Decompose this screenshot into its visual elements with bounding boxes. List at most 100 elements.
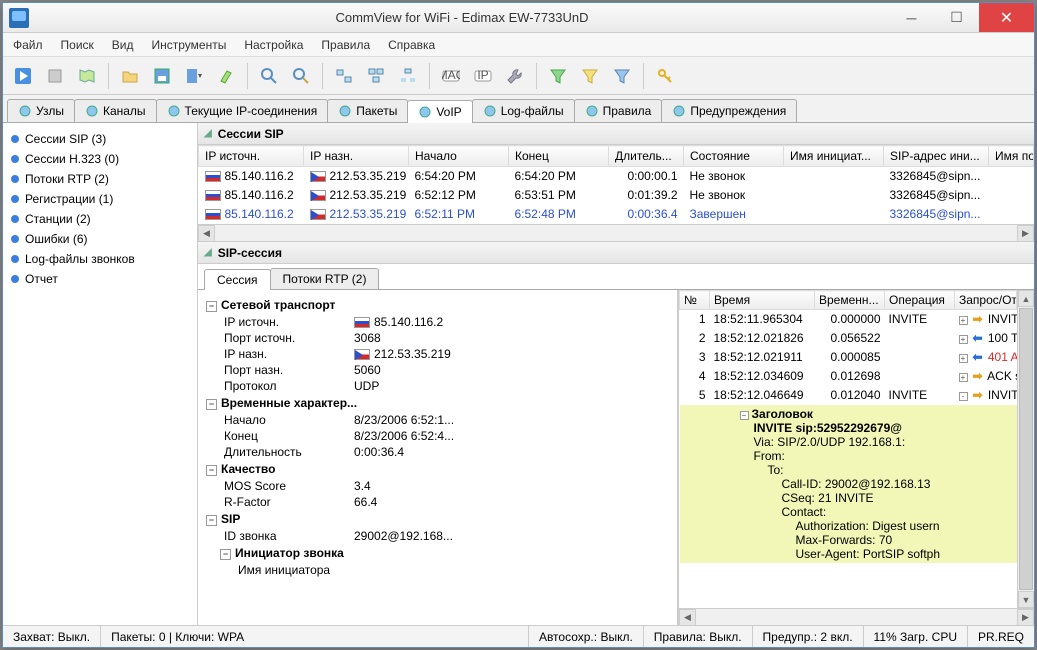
menu-search[interactable]: Поиск (61, 38, 94, 52)
menu-help[interactable]: Справка (388, 38, 435, 52)
menu-file[interactable]: Файл (13, 38, 43, 52)
window-title: CommView for WiFi - Edimax EW-7733UnD (35, 10, 889, 25)
open-button[interactable] (116, 62, 144, 90)
save-dropdown[interactable] (180, 62, 208, 90)
msg-row[interactable]: 418:52:12.0346090.012698+➡ ACK sip:52952… (680, 367, 1017, 386)
col-header[interactable]: Временн... (815, 291, 885, 310)
stop-button[interactable] (41, 62, 69, 90)
msg-row[interactable]: 118:52:11.9653040.000000INVITE+➡ INVITE … (680, 310, 1017, 329)
app-icon (9, 8, 29, 28)
col-header[interactable]: Состояние (684, 146, 784, 167)
table-row[interactable]: 85.140.116.2212.53.35.2196:52:12 PM6:53:… (199, 186, 1034, 205)
col-header[interactable]: Начало (409, 146, 509, 167)
toolbar: MAC IP (3, 57, 1034, 95)
side-panel: Сессии SIP (3)Сессии H.323 (0)Потоки RTP… (3, 123, 198, 625)
property-grid[interactable]: −Сетевой транспорт IP источн.85.140.116.… (198, 290, 677, 625)
ip-label-icon[interactable]: IP (469, 62, 497, 90)
col-header[interactable]: № (680, 291, 710, 310)
statusbar: Захват: Выкл. Пакеты: 0 | Ключи: WPA Авт… (3, 625, 1034, 647)
col-header[interactable]: Запрос/Ответ (955, 291, 1017, 310)
app-window: CommView for WiFi - Edimax EW-7733UnD ─ … (2, 2, 1035, 648)
minimize-button[interactable]: ─ (889, 3, 934, 32)
status-rules: Правила: Выкл. (644, 626, 753, 647)
status-autosave: Автосохр.: Выкл. (529, 626, 644, 647)
tab-voip[interactable]: VoIP (407, 100, 472, 123)
tab-правила[interactable]: Правила (574, 99, 663, 122)
col-header[interactable]: IP источн. (199, 146, 304, 167)
msg-row[interactable]: 318:52:12.0219110.000085+⬅ 401 Authentic… (680, 348, 1017, 367)
status-alerts: Предупр.: 2 вкл. (753, 626, 864, 647)
col-header[interactable]: Операция (885, 291, 955, 310)
tab-текущие ip-соединения[interactable]: Текущие IP-соединения (156, 99, 329, 122)
table-row[interactable]: 85.140.116.2212.53.35.2196:54:20 PM6:54:… (199, 167, 1034, 186)
tab-log-файлы[interactable]: Log-файлы (472, 99, 575, 122)
tab-предупреждения[interactable]: Предупреждения (661, 99, 797, 122)
msg-row[interactable]: 518:52:12.0466490.012040INVITE-➡ INVITE … (680, 386, 1017, 405)
clear-button[interactable] (212, 62, 240, 90)
mac-label-icon[interactable]: MAC (437, 62, 465, 90)
search-button[interactable] (255, 62, 283, 90)
message-table[interactable]: №ВремяВременн...ОперацияЗапрос/Ответ 118… (679, 290, 1017, 564)
sidebar-item[interactable]: Станции (2) (7, 209, 193, 229)
collapse-icon[interactable]: ◢ (204, 247, 212, 258)
sip-header: ◢ SIP-сессия (198, 242, 1034, 264)
sidebar-item[interactable]: Отчет (7, 269, 193, 289)
menu-view[interactable]: Вид (112, 38, 134, 52)
menu-rules[interactable]: Правила (321, 38, 370, 52)
sidebar-item[interactable]: Log-файлы звонков (7, 249, 193, 269)
table-row[interactable]: 85.140.116.2212.53.35.2196:52:11 PM6:52:… (199, 205, 1034, 224)
msg-row[interactable]: 218:52:12.0218260.056522+⬅ 100 Trying (680, 329, 1017, 348)
tab-узлы[interactable]: Узлы (7, 99, 75, 122)
col-header[interactable]: IP назн. (304, 146, 409, 167)
sidebar-item[interactable]: Регистрации (1) (7, 189, 193, 209)
zoom-button[interactable] (287, 62, 315, 90)
titlebar: CommView for WiFi - Edimax EW-7733UnD ─ … (3, 3, 1034, 33)
nav-tabs: УзлыКаналыТекущие IP-соединенияПакетыVoI… (3, 95, 1034, 123)
sip-tabs: Сессия Потоки RTP (2) (198, 264, 1034, 289)
sidebar-item[interactable]: Сессии H.323 (0) (7, 149, 193, 169)
close-button[interactable]: ✕ (979, 3, 1034, 32)
play-button[interactable] (9, 62, 37, 90)
col-header[interactable]: Имя инициат... (784, 146, 884, 167)
sessions-table[interactable]: IP источн.IP назн.НачалоКонецДлитель...С… (198, 145, 1034, 224)
maximize-button[interactable]: ☐ (934, 3, 979, 32)
filter-blue-icon[interactable] (608, 62, 636, 90)
save-button[interactable] (148, 62, 176, 90)
tab-session[interactable]: Сессия (204, 269, 271, 290)
status-prreq: PR.REQ (968, 626, 1034, 647)
menu-settings[interactable]: Настройка (244, 38, 303, 52)
sessions-header: ◢ Сессии SIP (198, 123, 1034, 145)
nodes-icon[interactable] (330, 62, 358, 90)
map-button[interactable] (73, 62, 101, 90)
col-header[interactable]: Конец (509, 146, 609, 167)
tab-каналы[interactable]: Каналы (74, 99, 157, 122)
svg-text:MAC: MAC (442, 68, 460, 82)
sidebar-item[interactable]: Потоки RTP (2) (7, 169, 193, 189)
msg-hscroll[interactable]: ◀▶ (679, 608, 1034, 625)
col-header[interactable]: Длитель... (609, 146, 684, 167)
key-icon[interactable] (651, 62, 679, 90)
collapse-icon[interactable]: ◢ (204, 128, 212, 139)
sessions-title: Сессии SIP (218, 127, 284, 141)
filter-green-icon[interactable] (544, 62, 572, 90)
nodes-tree-icon[interactable] (394, 62, 422, 90)
col-header[interactable]: SIP-адрес ини... (884, 146, 989, 167)
msg-detail: −ЗаголовокINVITE sip:52952292679@Via: SI… (680, 405, 1017, 563)
menubar: Файл Поиск Вид Инструменты Настройка Пра… (3, 33, 1034, 57)
col-header[interactable]: Время (710, 291, 815, 310)
msg-vscroll[interactable]: ▲▼ (1017, 290, 1034, 608)
sessions-hscroll[interactable]: ◀▶ (198, 224, 1034, 241)
nodes-pair-icon[interactable] (362, 62, 390, 90)
sidebar-item[interactable]: Ошибки (6) (7, 229, 193, 249)
tab-rtp[interactable]: Потоки RTP (2) (270, 268, 380, 289)
col-header[interactable]: Имя по... (989, 146, 1034, 167)
tab-пакеты[interactable]: Пакеты (327, 99, 408, 122)
filter-yellow-icon[interactable] (576, 62, 604, 90)
wrench-icon[interactable] (501, 62, 529, 90)
menu-tools[interactable]: Инструменты (152, 38, 227, 52)
sidebar-item[interactable]: Сессии SIP (3) (7, 129, 193, 149)
status-capture: Захват: Выкл. (3, 626, 101, 647)
status-cpu: 11% Загр. CPU (864, 626, 968, 647)
flag-cz-icon (354, 349, 370, 360)
svg-text:IP: IP (477, 68, 488, 82)
